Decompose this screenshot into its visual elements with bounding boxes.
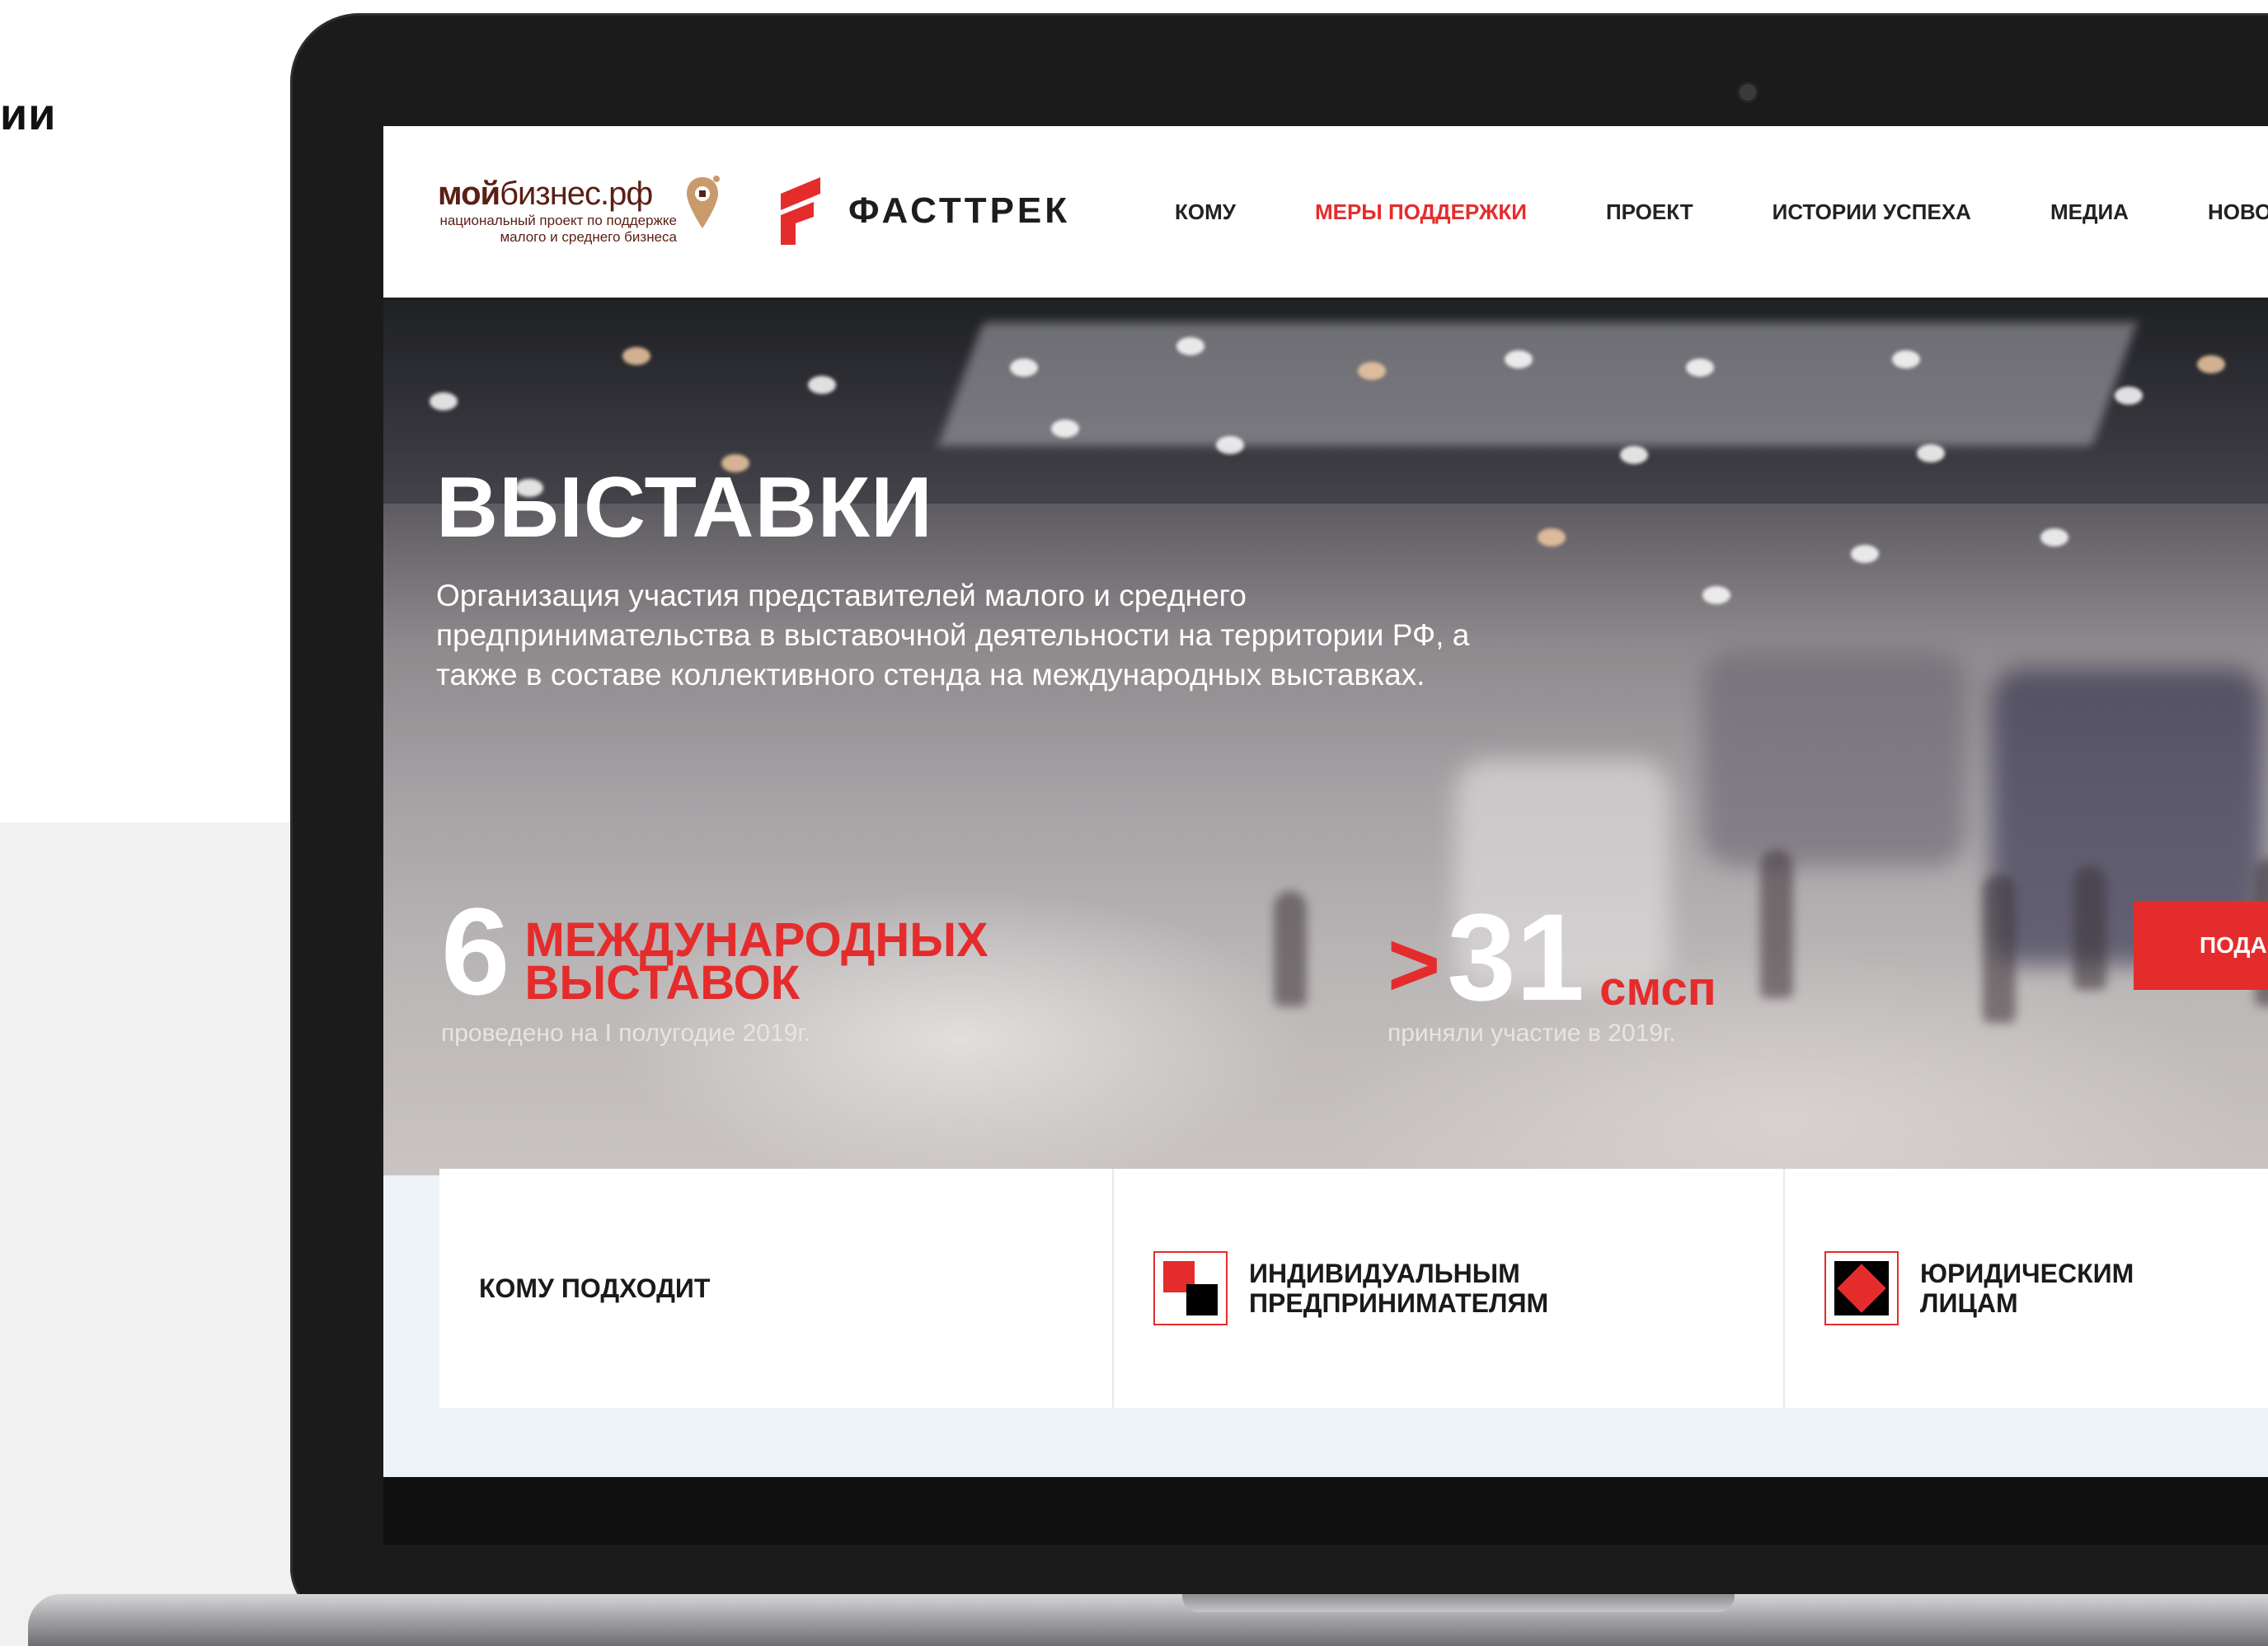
ceiling-light — [1917, 444, 1945, 462]
card-divider — [1783, 1169, 1785, 1408]
nav-item-media[interactable]: МЕДИА — [2050, 199, 2129, 225]
stat-exhibitions-caption: проведено на I полугодие 2019г. — [441, 1020, 810, 1047]
ceiling-light — [1892, 350, 1920, 368]
nav-item-komu[interactable]: КОМУ — [1175, 199, 1236, 225]
logo-tagline: национальный проект по поддержке малого … — [439, 213, 677, 245]
stat-exhibitions-label: МЕЖДУНАРОДНЫХ ВЫСТАВОК — [524, 913, 988, 1010]
ceiling-light — [1686, 359, 1714, 377]
ceiling-light — [1358, 362, 1386, 380]
stat-participants-label: смсп — [1599, 962, 1716, 1015]
laptop-opening-notch — [1182, 1594, 1735, 1612]
audience-cards: КОМУ ПОДХОДИТ ИНДИВИДУАЛЬНЫМ ПРЕДПРИНИМА… — [439, 1169, 2268, 1408]
ceiling-light — [1851, 545, 1879, 563]
ceiling-light — [1051, 420, 1079, 438]
ceiling-light — [1176, 337, 1204, 355]
hero-title: ВЫСТАВКИ — [436, 460, 933, 556]
moibiznes-logo[interactable]: мойбизнес.рф национальный проект по подд… — [438, 176, 677, 246]
stat-participants-number: 31 — [1447, 888, 1585, 1026]
stat-participants-prefix: > — [1388, 914, 1441, 1015]
main-nav: КОМУ МЕРЫ ПОДДЕРЖКИ ПРОЕКТ ИСТОРИИ УСПЕХ… — [1175, 126, 2268, 298]
visitor-silhouette — [2073, 866, 2106, 990]
nav-item-news[interactable]: НОВОСТИ — [2208, 199, 2268, 225]
site-header: мойбизнес.рф национальный проект по подд… — [383, 126, 2268, 298]
visitor-silhouette — [1274, 891, 1307, 1006]
audience-title: КОМУ ПОДХОДИТ — [479, 1273, 711, 1303]
card-divider — [1112, 1169, 1114, 1408]
nav-item-project[interactable]: ПРОЕКТ — [1606, 199, 1693, 225]
card-individual-label: ИНДИВИДУАЛЬНЫМ ПРЕДПРИНИМАТЕЛЯМ — [1249, 1259, 1549, 1318]
diamond-square-icon — [1824, 1251, 1899, 1325]
ceiling-light — [808, 376, 836, 394]
stat-participants-caption: приняли участие в 2019г. — [1388, 1020, 1676, 1047]
laptop-base — [28, 1594, 2268, 1646]
ceiling-light — [622, 347, 650, 365]
stat-participants: > 31 смсп — [1388, 888, 1716, 1026]
fasttrek-mark-icon — [781, 177, 820, 245]
nav-item-success-stories[interactable]: ИСТОРИИ УСПЕХА — [1773, 199, 1971, 225]
stat-exhibitions-number: 6 — [441, 882, 510, 1020]
stat-exhibitions: 6 МЕЖДУНАРОДНЫХ ВЫСТАВОК — [441, 882, 988, 1020]
fasttrek-logo[interactable]: ФАСТТРЕК — [776, 176, 1070, 246]
apply-button[interactable]: ПОДА — [2134, 901, 2268, 990]
logo-wordmark: мойбизнес.рф — [438, 176, 653, 212]
card-legal-entities[interactable]: ЮРИДИЧЕСКИМ ЛИЦАМ — [1824, 1169, 2134, 1408]
cropped-heading-text: ии — [0, 90, 57, 139]
laptop-bezel-bottom — [383, 1477, 2268, 1545]
ceiling-light — [1538, 528, 1566, 546]
laptop-screen: мойбизнес.рф национальный проект по подд… — [383, 126, 2268, 1477]
location-pin-icon — [687, 176, 720, 228]
ceiling-light — [1702, 586, 1730, 604]
visitor-silhouette — [1760, 850, 1793, 998]
nav-item-support-measures[interactable]: МЕРЫ ПОДДЕРЖКИ — [1315, 199, 1527, 225]
card-individual-entrepreneurs[interactable]: ИНДИВИДУАЛЬНЫМ ПРЕДПРИНИМАТЕЛЯМ — [1153, 1169, 1548, 1408]
ceiling-light — [430, 392, 458, 410]
ceiling-light — [2197, 355, 2225, 373]
visitor-silhouette — [1983, 875, 2016, 1023]
ceiling-light — [1216, 436, 1244, 454]
ceiling-light — [1010, 359, 1038, 377]
card-legal-label: ЮРИДИЧЕСКИМ ЛИЦАМ — [1920, 1259, 2134, 1318]
ceiling-light — [1505, 350, 1533, 368]
split-squares-icon — [1153, 1251, 1228, 1325]
exhibition-stand-blur — [1702, 652, 1966, 866]
ceiling-light — [1620, 446, 1648, 464]
hero-ceiling-panel — [937, 322, 2138, 446]
ceiling-light — [2115, 387, 2143, 405]
fasttrek-wordmark: ФАСТТРЕК — [848, 190, 1071, 231]
hero-description: Организация участия представителей малог… — [436, 579, 1470, 692]
camera-icon — [1740, 84, 1756, 101]
ceiling-light — [2040, 528, 2068, 546]
hero-section: ВЫСТАВКИ Организация участия представите… — [383, 298, 2268, 1175]
